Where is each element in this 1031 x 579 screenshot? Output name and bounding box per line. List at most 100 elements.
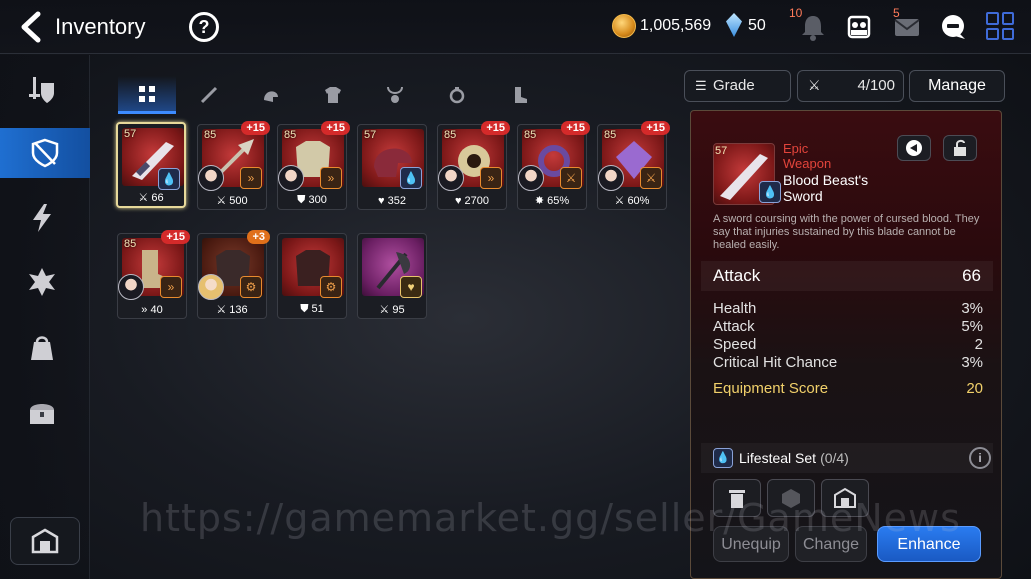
- enhance-badge: +15: [641, 121, 670, 135]
- item-stat-value: 352: [387, 195, 406, 207]
- armor-icon: [325, 87, 341, 103]
- boots-icon: [515, 87, 527, 103]
- tab-helmet[interactable]: [242, 76, 300, 114]
- tab-boots[interactable]: [490, 76, 548, 114]
- sidebar-item-chests[interactable]: [12, 388, 72, 438]
- lifesteal-set-icon: 💧: [759, 181, 781, 203]
- gold-coin-icon: [612, 14, 636, 38]
- share-button[interactable]: [897, 135, 931, 161]
- back-arrow-icon[interactable]: [16, 10, 46, 44]
- sort-icon: ☰: [695, 78, 707, 93]
- equipment-slot[interactable]: 85 +15 ⚔ ⚔ 60%: [597, 121, 670, 210]
- hero-avatar: [118, 274, 144, 300]
- lifesteal-set-icon: 💧: [713, 448, 733, 468]
- manage-button[interactable]: Manage: [909, 70, 1005, 102]
- item-stat-value: 136: [229, 304, 248, 316]
- item-level: 85: [444, 129, 457, 141]
- hero-avatar: [598, 165, 624, 191]
- substat-row: Attack 5%: [713, 318, 983, 336]
- equipment-slot[interactable]: 57 💧 ♥ 352: [357, 124, 427, 210]
- tab-weapon[interactable]: [180, 76, 238, 114]
- tab-all[interactable]: [118, 76, 176, 114]
- equipment-slot[interactable]: 57 💧 ⚔ 66: [116, 122, 186, 208]
- enhance-badge: +3: [247, 230, 270, 244]
- tab-armor[interactable]: [304, 76, 362, 114]
- attack-set-icon: ⚔: [640, 167, 662, 189]
- sidebar-item-catalysts[interactable]: [12, 257, 72, 307]
- menu-grid-icon[interactable]: [986, 12, 1014, 40]
- enhance-badge: +15: [241, 121, 270, 135]
- storage-button[interactable]: [10, 517, 80, 565]
- equipment-slot[interactable]: 85 +15 » ⚔ 500: [197, 121, 270, 210]
- item-stat-value: 66: [151, 192, 164, 204]
- friends-icon[interactable]: [843, 11, 875, 43]
- gold-amount: 1,005,569: [640, 17, 712, 34]
- equipment-slot[interactable]: +3 ⚙ ⚔ 136: [197, 230, 270, 319]
- item-level: 85: [204, 129, 217, 141]
- help-button[interactable]: ?: [189, 12, 219, 42]
- item-main-stat: ⛊ 300: [297, 194, 327, 206]
- tab-ring[interactable]: [428, 76, 486, 114]
- category-sidebar: [0, 55, 90, 579]
- grade-sort-label: Grade: [713, 77, 755, 94]
- item-main-stat: ⚔ 60%: [614, 195, 650, 207]
- speed-set-icon: »: [480, 167, 502, 189]
- equipment-slot[interactable]: 85 +15 » ⛊ 300: [277, 121, 350, 210]
- storage-capacity: ⚔ 4/100: [797, 70, 904, 102]
- hero-avatar: [438, 165, 464, 191]
- substat-row: Critical Hit Chance 3%: [713, 354, 983, 372]
- share-icon: [906, 140, 922, 156]
- substat-value: 3%: [961, 354, 983, 371]
- enhance-badge: +15: [561, 121, 590, 135]
- item-grade: Epic Weapon: [783, 141, 831, 171]
- chest-icon: [30, 404, 54, 424]
- equipment-score-row: Equipment Score 20: [713, 380, 983, 397]
- speed-set-icon: »: [160, 276, 182, 298]
- item-level: 85: [284, 129, 297, 141]
- item-main-stat: ✸ 65%: [534, 195, 570, 207]
- hero-avatar: [278, 165, 304, 191]
- speed-set-icon: »: [240, 167, 262, 189]
- sidebar-item-unequipped[interactable]: [0, 128, 90, 178]
- item-level: 57: [124, 128, 137, 140]
- necklace-icon: [387, 86, 403, 103]
- equipment-slot[interactable]: 85 +15 » » 40: [117, 230, 190, 319]
- set-name: Lifesteal Set: [739, 450, 817, 466]
- lock-button[interactable]: [943, 135, 977, 161]
- score-label: Equipment Score: [713, 380, 829, 397]
- equipment-slot[interactable]: ⚙ ⛊ 51: [277, 233, 347, 319]
- item-stat-value: 95: [392, 304, 405, 316]
- page-title: Inventory: [55, 14, 146, 39]
- item-main-stat: ♥ 352: [378, 195, 406, 207]
- top-bar: Inventory ? 1,005,569 50 10 5: [0, 0, 1031, 54]
- storage-icon: ⚔: [808, 77, 821, 93]
- sidebar-item-artifacts[interactable]: [12, 193, 72, 243]
- ring-icon: [449, 87, 465, 104]
- item-stat-value: 500: [229, 195, 248, 207]
- tab-necklace[interactable]: [366, 76, 424, 114]
- score-value: 20: [966, 380, 983, 397]
- mail-badge: 5: [893, 6, 900, 20]
- counter-set-icon: ⚙: [240, 276, 262, 298]
- sidebar-item-materials[interactable]: [12, 323, 72, 373]
- substat-row: Health 3%: [713, 300, 983, 318]
- crystal-amount: 50: [748, 17, 766, 34]
- item-level: 85: [124, 238, 137, 250]
- equipment-slot[interactable]: ♥ ⚔ 95: [357, 233, 427, 319]
- grade-label: Epic: [783, 141, 809, 156]
- substat-label: Critical Hit Chance: [713, 354, 838, 371]
- item-level: 57: [364, 129, 377, 141]
- equipment-slot[interactable]: 85 +15 » ♥ 2700: [437, 121, 510, 210]
- sidebar-item-equipment[interactable]: [12, 65, 72, 115]
- grade-sort-button[interactable]: ☰ Grade: [684, 70, 791, 102]
- equipment-slot[interactable]: 85 +15 ⚔ ✸ 65%: [517, 121, 590, 210]
- bag-icon: [31, 336, 53, 360]
- item-main-stat: » 40: [141, 304, 163, 316]
- helmet-icon: [264, 91, 278, 102]
- hero-avatar: [518, 165, 544, 191]
- item-stat-value: 2700: [464, 195, 490, 207]
- set-info-button[interactable]: i: [969, 447, 991, 469]
- storage-count-value: 4/100: [857, 77, 895, 94]
- item-description: A sword coursing with the power of curse…: [713, 213, 980, 251]
- chat-icon[interactable]: [937, 11, 969, 43]
